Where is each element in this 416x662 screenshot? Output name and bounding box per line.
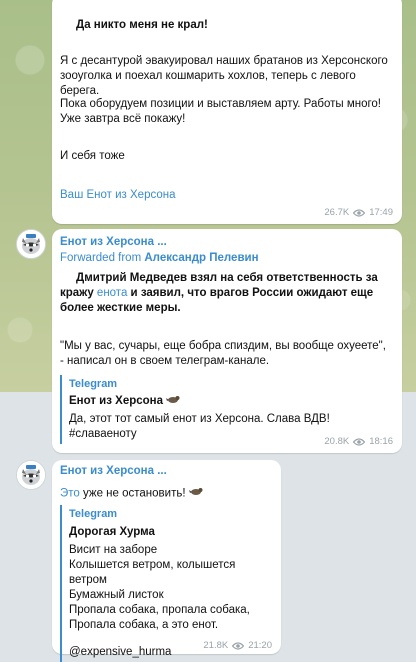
preview-title: Енот из Херсона	[69, 395, 164, 408]
preview-title: Дорогая Хурма	[69, 526, 155, 538]
preview-title-row: Енот из Херсона	[69, 393, 392, 409]
raccoon-avatar-icon	[17, 461, 45, 489]
preview-site: Telegram	[69, 508, 118, 520]
preview-line: Висит на заборе	[69, 544, 158, 556]
message-bubble[interactable]: Да никто меня не крал! Я с десантурой эв…	[52, 0, 402, 224]
channel-avatar[interactable]	[16, 460, 46, 490]
message-text: Это уже не остановить!	[60, 486, 273, 502]
link-preview[interactable]: Telegram Дорогая Хурма Висит на заборе К…	[60, 505, 273, 662]
view-count: 26.7K	[324, 207, 350, 218]
raccoon-emoji-icon	[166, 393, 180, 409]
message-text-rest: уже не остановить!	[79, 487, 186, 500]
preview-lines: Висит на заборе Колышется ветром, колыше…	[69, 543, 273, 633]
message-bubble[interactable]: Енот из Херсона ... Это уже не остановит…	[52, 460, 281, 662]
eye-icon	[232, 641, 245, 650]
message-time: 18:16	[369, 436, 393, 447]
preview-line: Пропала собака, пропала собака,	[69, 604, 250, 616]
preview-line: Да, этот тот самый енот из Херсона. Слав…	[69, 413, 330, 426]
view-count: 21.8K	[203, 640, 229, 651]
inline-link[interactable]: Это	[60, 488, 80, 500]
eye-icon	[353, 208, 366, 217]
message-meta: 26.7K 17:49	[324, 207, 393, 218]
message-time: 17:49	[369, 207, 393, 218]
message-time: 21:20	[248, 640, 272, 651]
message-paragraph: И себя тоже	[60, 150, 125, 162]
eye-icon	[353, 437, 366, 446]
signature-link[interactable]: Ваш Енот из Херсона	[60, 189, 176, 201]
message-bubble[interactable]: Енот из Херсона ... Forwarded from Алекс…	[52, 229, 402, 453]
preview-site: Telegram	[69, 378, 118, 390]
raccoon-emoji-icon	[188, 486, 203, 501]
message-paragraph: Я с десантурой эвакуировал наших братано…	[60, 55, 388, 97]
view-count: 20.8K	[324, 436, 350, 447]
forward-line[interactable]: Forwarded from Александр Пелевин	[60, 252, 394, 264]
message-paragraph: Пока оборудуем позиции и выставляем арту…	[60, 98, 382, 125]
message-meta: 20.8K 18:16	[324, 436, 393, 447]
message-bold-line: Да никто меня не крал!	[76, 19, 208, 31]
link-preview[interactable]: Telegram Енот из Херсона Да, этот тот са…	[60, 375, 392, 445]
message-quote-text: "Мы у вас, сучары, еще бобра спиздим, вы…	[60, 340, 386, 367]
channel-avatar[interactable]	[16, 229, 46, 259]
preview-line: Бумажный листок	[69, 589, 164, 601]
sender-name[interactable]: Енот из Херсона ...	[60, 236, 394, 248]
forward-source[interactable]: Александр Пелевин	[144, 252, 258, 264]
inline-link[interactable]: енота	[97, 287, 127, 299]
raccoon-avatar-icon	[17, 230, 45, 258]
preview-line: Пропала собака, а это енот.	[69, 619, 219, 631]
message-bold-text: Дмитрий Медведев взял на себя ответствен…	[60, 271, 392, 316]
sender-name[interactable]: Енот из Херсона ...	[60, 465, 273, 477]
message-meta: 21.8K 21:20	[203, 640, 272, 651]
forward-label: Forwarded from	[60, 252, 142, 264]
preview-line: Колышется ветром, колышется ветром	[69, 559, 236, 586]
